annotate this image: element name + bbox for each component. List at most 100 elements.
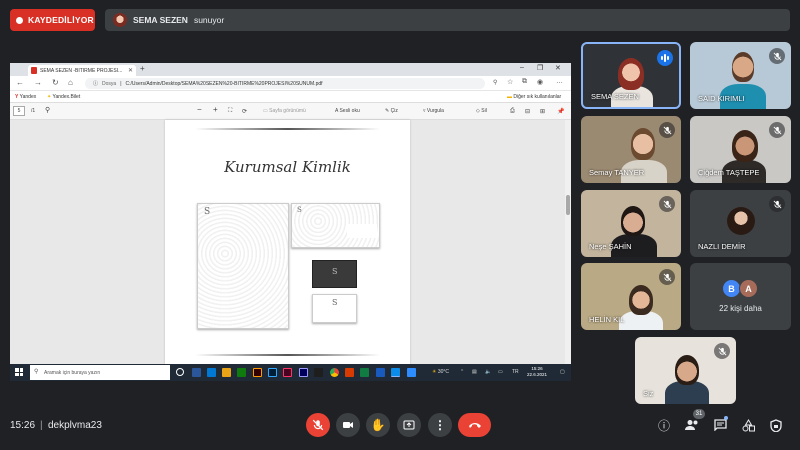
read-aloud-button[interactable]: A Sesli oku	[335, 108, 360, 114]
microphone-button[interactable]	[306, 413, 330, 437]
pdf-scrollbar[interactable]	[565, 120, 571, 364]
minimize-icon[interactable]: –	[520, 64, 524, 71]
draw-button[interactable]: ✎ Çiz	[385, 108, 398, 114]
speaking-indicator-icon	[657, 50, 673, 66]
hand-icon: ✋	[370, 418, 386, 432]
save-as-icon[interactable]: ⊞	[540, 108, 545, 115]
more-menu-icon[interactable]: …	[556, 78, 563, 85]
network-icon[interactable]: ▤	[472, 369, 477, 375]
camera-button[interactable]	[336, 413, 360, 437]
favorite-star-icon[interactable]: ☆	[507, 78, 513, 86]
bookmark-yandex[interactable]: Y Yandex	[15, 94, 36, 100]
participant-name: SEMA SEZEN	[591, 92, 639, 101]
explorer-app-icon[interactable]	[222, 368, 231, 377]
participant-video	[618, 58, 644, 90]
self-view-tile[interactable]: Siz	[635, 337, 736, 404]
photoshop-app-icon[interactable]	[268, 368, 277, 377]
separator: |	[40, 420, 43, 431]
tab-close-icon[interactable]: ✕	[128, 67, 133, 74]
highlight-button[interactable]: ▿ Vurgula	[423, 108, 444, 114]
search-icon[interactable]: ⚲	[45, 106, 50, 114]
weather-widget[interactable]: ☀ 30°C	[432, 369, 449, 375]
forward-icon[interactable]: →	[34, 78, 42, 87]
new-tab-icon[interactable]: +	[140, 64, 145, 73]
terminal-app-icon[interactable]	[314, 368, 323, 377]
participant-name: HELİN KIL	[589, 315, 625, 324]
participant-tile-said-kirimli[interactable]: SAID KIRIMLI	[690, 42, 791, 109]
url-separator: |	[120, 80, 122, 87]
scrollbar-thumb[interactable]	[566, 195, 570, 215]
presenter-name: SEMA SEZEN	[133, 15, 188, 25]
participant-tile-helin-kil[interactable]: HELİN KIL	[581, 263, 681, 330]
battery-icon[interactable]: ▭	[498, 369, 503, 375]
word-app-icon[interactable]	[376, 368, 385, 377]
participant-tile-nazli-demir[interactable]: NAZLI DEMİR	[690, 190, 791, 257]
zoom-out-icon[interactable]: −	[197, 105, 202, 114]
rotate-icon[interactable]: ⟳	[242, 108, 247, 115]
participant-video	[732, 52, 754, 82]
language-icon[interactable]: TR	[512, 369, 519, 375]
participant-tile-cigdem-tastepe[interactable]: Çiğdem TAŞTEPE	[690, 116, 791, 183]
edge-app-icon[interactable]	[207, 368, 216, 377]
volume-icon[interactable]: 🔈	[485, 369, 491, 375]
participant-tile-sema-sezen[interactable]: SEMA SEZEN	[581, 42, 681, 109]
end-call-button[interactable]	[458, 413, 491, 437]
zoom-app-icon[interactable]	[407, 368, 416, 377]
fit-page-icon[interactable]: ⛶	[228, 108, 232, 115]
erase-button[interactable]: ◇ Sil	[476, 108, 487, 114]
aftereffects-app-icon[interactable]	[299, 368, 308, 377]
collections-icon[interactable]: ⧉	[522, 78, 527, 86]
window-close-icon[interactable]: ✕	[555, 64, 561, 72]
people-button[interactable]	[684, 417, 700, 433]
powerpoint-app-icon[interactable]	[345, 368, 354, 377]
more-participants-tile[interactable]: B A 22 kişi daha	[690, 263, 791, 330]
notification-icon[interactable]: ▢	[560, 369, 565, 375]
url-field[interactable]: ⓘ Dosya | C:/Users/Admin/Desktop/SEMA%20…	[85, 78, 485, 89]
refresh-icon[interactable]: ↻	[52, 78, 59, 87]
other-bookmarks[interactable]: ▬ Diğer sık kullanılanlar	[507, 94, 561, 100]
chrome-app-icon[interactable]	[330, 368, 339, 377]
pdf-viewport[interactable]: Kurumsal Kimlik S S S S	[10, 120, 565, 364]
activities-button[interactable]	[740, 417, 756, 433]
page-view-button[interactable]: ▭ Sayfa görünümü	[263, 108, 306, 114]
host-controls-button[interactable]	[768, 417, 784, 433]
print-icon[interactable]: ⎙	[510, 108, 515, 115]
people-icon	[685, 420, 698, 430]
raise-hand-button[interactable]: ✋	[366, 413, 390, 437]
bookmark-yandex-bilet[interactable]: ✦ Yandex.Bilet	[47, 94, 80, 100]
taskbar-search[interactable]: ⚲ Aramak için buraya yazın	[30, 365, 170, 380]
browser-tab[interactable]: SEMA SEZEN -BITIRME PROJESI... ✕	[28, 65, 136, 76]
folder-icon: ▬	[507, 94, 512, 100]
more-options-button[interactable]: ⋮	[428, 413, 452, 437]
taskbar-clock[interactable]: 15:26 22.6.2021	[527, 366, 547, 378]
cortana-icon[interactable]	[176, 368, 184, 376]
recording-badge[interactable]: KAYDEDİLİYOR	[10, 9, 95, 31]
mic-off-icon	[714, 343, 730, 359]
profile-icon[interactable]: ◉	[537, 78, 543, 86]
extension-icon[interactable]: ⚲	[493, 79, 497, 86]
zoom-in-icon[interactable]: +	[213, 105, 218, 114]
brand-logo: S	[332, 298, 338, 307]
maximize-icon[interactable]: ❐	[537, 64, 543, 72]
task-view-icon[interactable]	[192, 368, 201, 377]
edge-active-app-icon[interactable]	[391, 368, 400, 377]
back-icon[interactable]: ←	[16, 78, 24, 87]
present-button[interactable]	[397, 413, 421, 437]
recording-dot-icon	[16, 16, 23, 24]
home-icon[interactable]: ⌂	[68, 78, 73, 87]
tray-chevron-icon[interactable]: ⌃	[460, 369, 464, 375]
participant-tile-nese-sahin[interactable]: Neşe ŞAHİN	[581, 190, 681, 257]
pin-icon[interactable]: 📌	[557, 108, 564, 115]
illustrator-app-icon[interactable]	[253, 368, 262, 377]
mic-off-icon	[659, 269, 675, 285]
store-app-icon[interactable]	[237, 368, 246, 377]
indesign-app-icon[interactable]	[283, 368, 292, 377]
slide-title: Kurumsal Kimlik	[224, 158, 351, 176]
participant-tile-semay-tanyer[interactable]: Semay TANYER	[581, 116, 681, 183]
save-icon[interactable]: ⊟	[525, 108, 530, 115]
page-number-field[interactable]: 5	[13, 106, 25, 116]
excel-app-icon[interactable]	[360, 368, 369, 377]
meeting-details-button[interactable]: ⓘ	[656, 417, 672, 433]
windows-start-icon[interactable]	[15, 368, 23, 376]
pdf-toolbar: 5 /1 ⚲ − + ⛶ ⟳ ▭ Sayfa görünümü A Sesli …	[10, 103, 571, 120]
